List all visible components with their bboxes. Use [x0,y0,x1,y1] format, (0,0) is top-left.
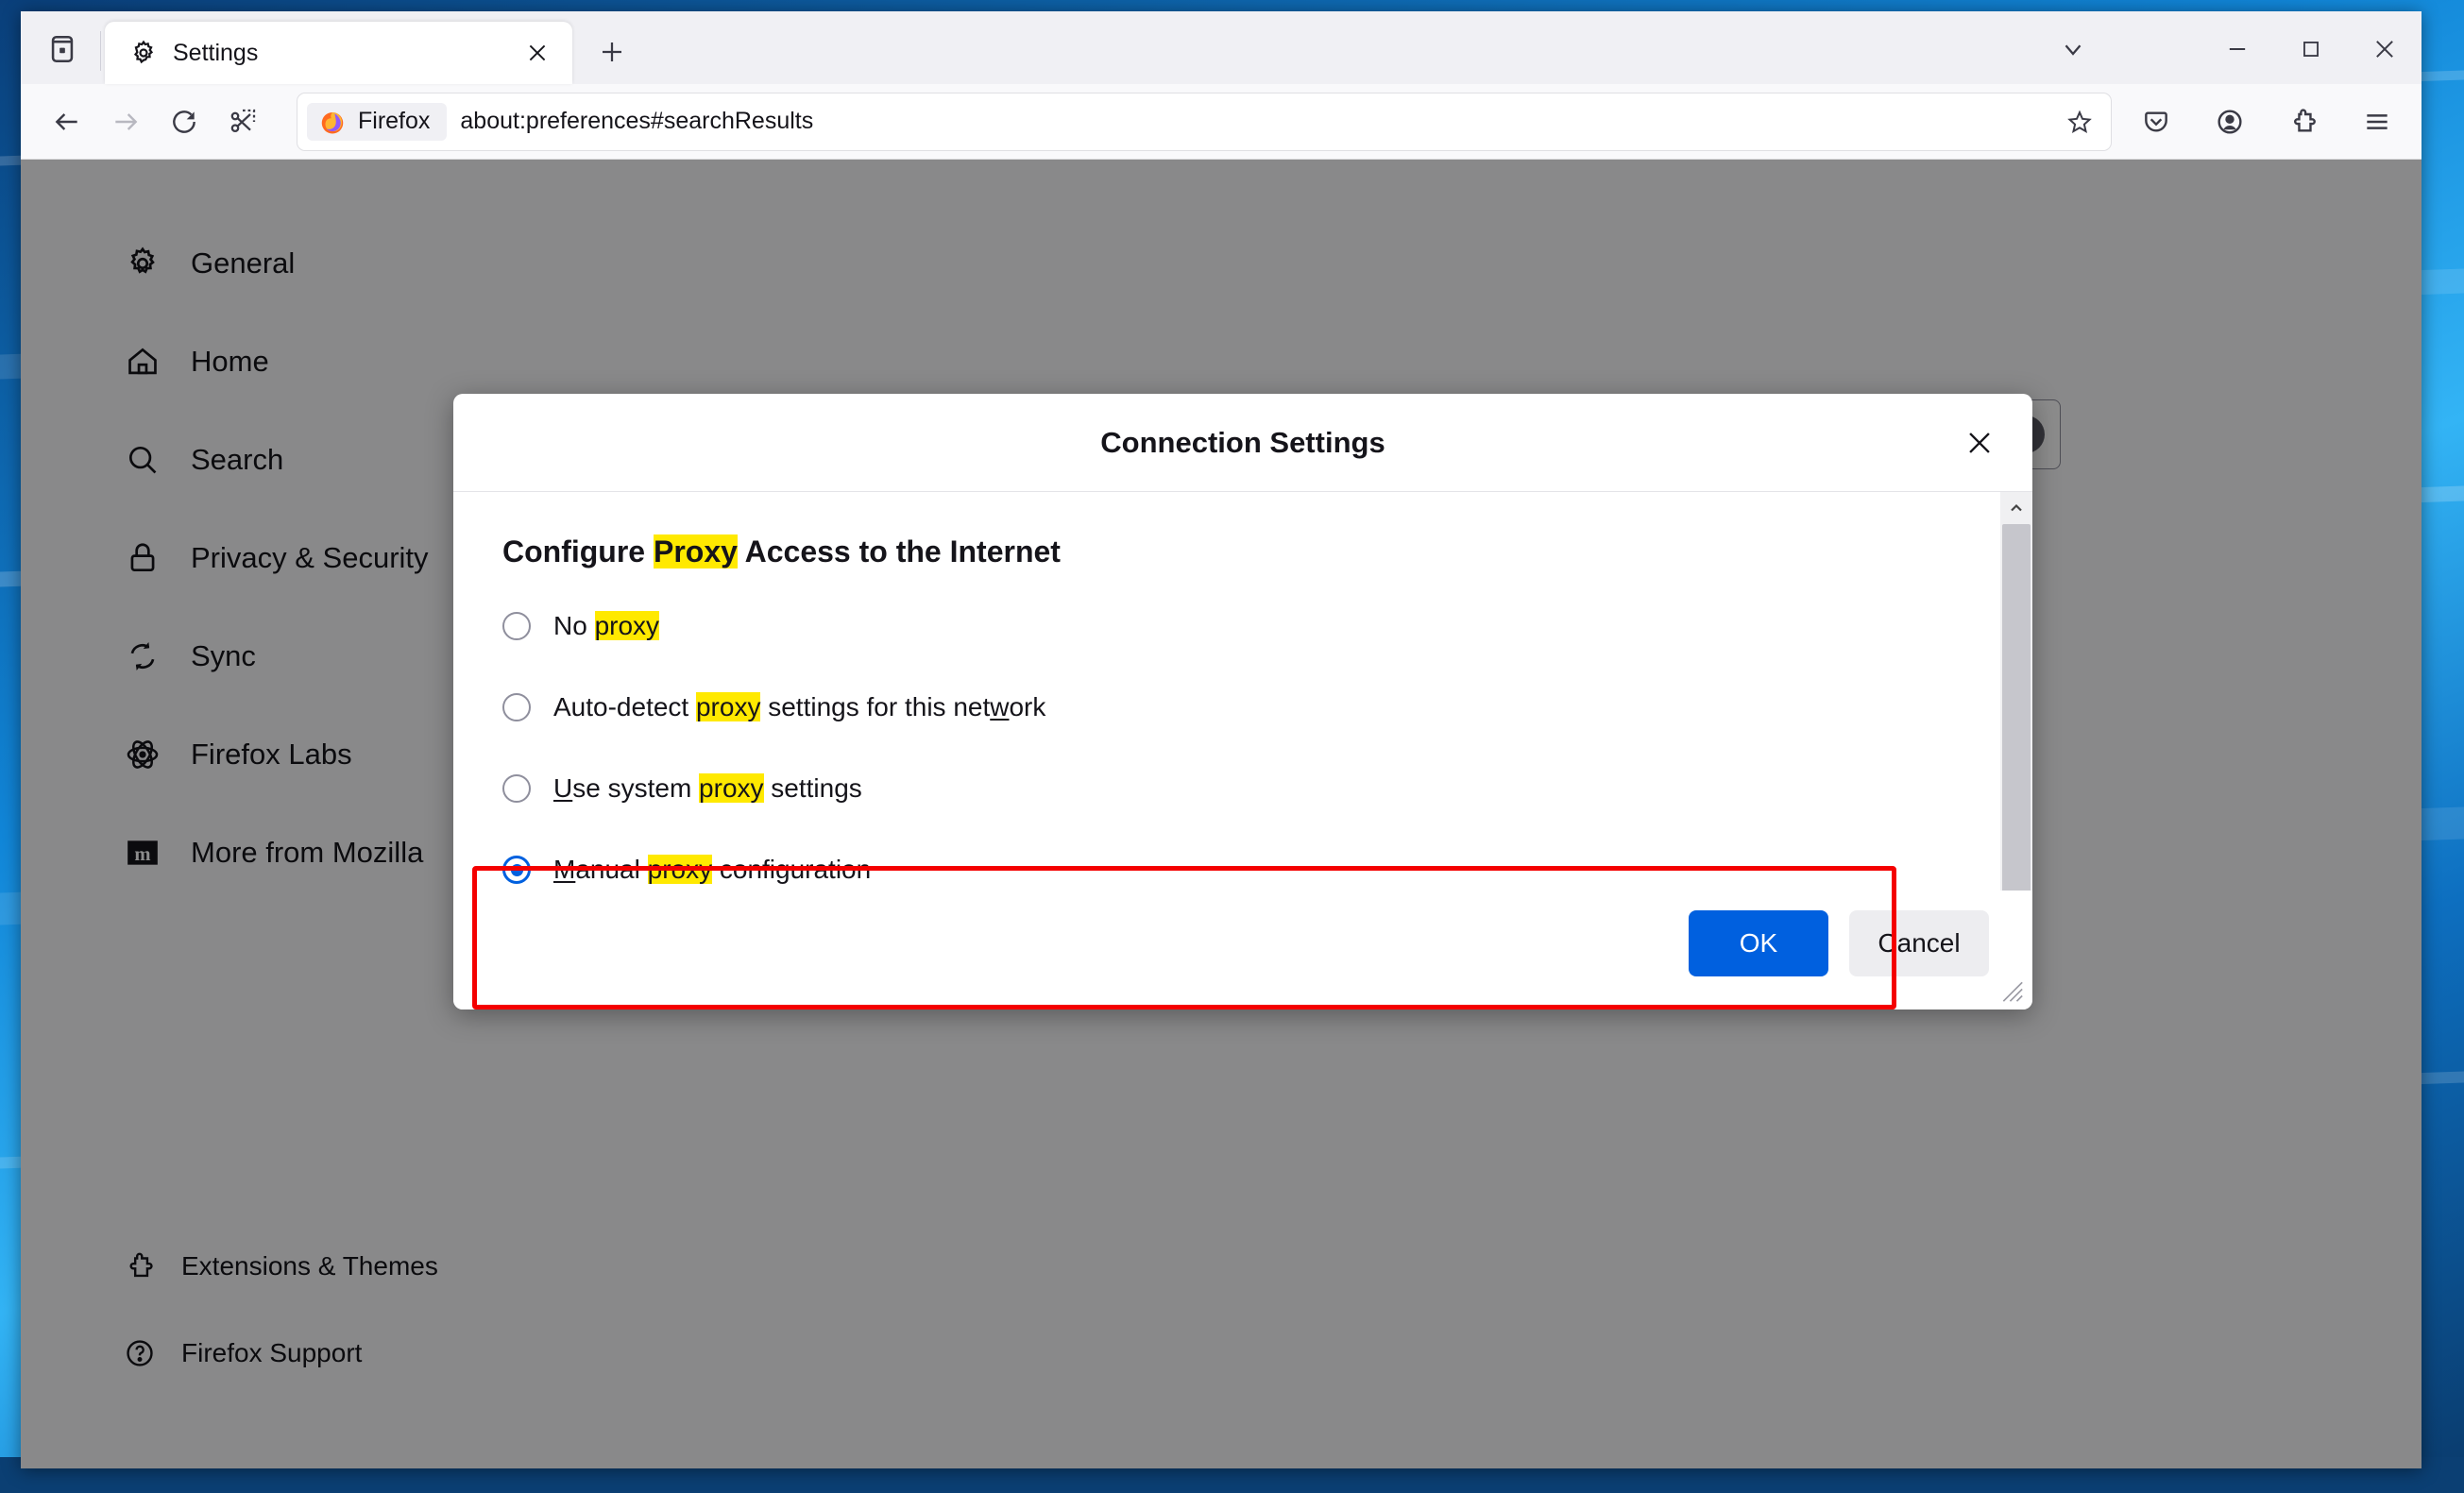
scrollbar-track[interactable] [2000,524,2032,858]
gear-icon [129,39,158,67]
browser-window: Settings [21,11,2422,1468]
radio-label: Manual proxy configuration [553,855,871,885]
account-icon[interactable] [2202,94,2257,149]
tabstrip-divider [100,31,101,71]
close-icon[interactable] [1953,416,2006,469]
scissors-icon[interactable] [213,93,272,151]
tab-strip: Settings [21,11,2422,84]
close-icon[interactable] [2348,22,2422,76]
ok-button[interactable]: OK [1689,910,1828,976]
radio-indicator [502,774,531,803]
heading-post: Access to the Internet [738,534,1061,568]
dialog-scroll-area: Configure Proxy Access to the Internet N… [453,534,2032,891]
heading-highlight: Proxy [654,534,738,568]
url-text: about:preferences#searchResults [460,108,2058,135]
connection-settings-dialog: Connection Settings Configure Proxy Acce… [453,394,2032,1009]
radio-indicator [502,693,531,721]
url-bar[interactable]: Firefox about:preferences#searchResults [297,93,2112,151]
radio-label: Auto-detect proxy settings for this netw… [553,692,1045,722]
radio-label: No proxy [553,611,659,641]
radio-label: Use system proxy settings [553,773,862,804]
back-arrow-icon[interactable] [38,93,96,151]
scrollbar-thumb[interactable] [2002,524,2031,891]
settings-page: General Home Search [21,160,2422,1468]
forward-arrow-icon [96,93,155,151]
firefox-logo-icon [318,108,347,136]
radio-option-manual[interactable]: Manual proxy configuration [502,845,1980,891]
resize-grip[interactable] [1993,972,2025,1004]
identity-chip-label: Firefox [358,108,430,135]
dialog-scrollbar[interactable] [2000,492,2032,891]
dialog-titlebar: Connection Settings [453,394,2032,492]
tab-title: Settings [173,40,506,67]
tab-settings[interactable]: Settings [105,22,572,84]
proxy-highlight: proxy [595,611,659,640]
new-tab-icon[interactable] [586,25,638,78]
proxy-highlight: proxy [696,692,760,721]
heading-pre: Configure [502,534,654,568]
dialog-footer: OK Cancel [453,891,2032,1009]
radio-indicator [502,612,531,640]
dialog-title: Connection Settings [1100,426,1385,460]
star-icon[interactable] [2058,100,2101,144]
reload-icon[interactable] [155,93,213,151]
cancel-button[interactable]: Cancel [1849,910,1989,976]
page-title: Configure Proxy Access to the Internet [502,534,1980,569]
pocket-icon[interactable] [2129,94,2184,149]
chevron-down-icon[interactable] [2036,22,2110,76]
extensions-icon[interactable] [2276,94,2331,149]
maximize-icon[interactable] [2274,22,2348,76]
dialog-body: Configure Proxy Access to the Internet N… [453,492,2032,891]
firefox-view-icon[interactable] [28,18,96,80]
close-tab-icon[interactable] [521,37,553,69]
identity-chip[interactable]: Firefox [307,103,447,141]
toolbar-icons [2129,94,2405,149]
navigation-toolbar: Firefox about:preferences#searchResults [21,84,2422,160]
radio-option-no-proxy[interactable]: No proxy [502,602,1980,651]
minimize-icon[interactable] [2201,22,2274,76]
proxy-highlight: proxy [699,773,763,803]
radio-option-use-system[interactable]: Use system proxy settings [502,764,1980,813]
hamburger-menu-icon[interactable] [2350,94,2405,149]
proxy-highlight: proxy [648,855,712,884]
radio-option-auto-detect[interactable]: Auto-detect proxy settings for this netw… [502,683,1980,732]
window-controls [2036,22,2422,76]
chevron-up-icon[interactable] [2000,492,2032,524]
radio-indicator [502,856,531,884]
